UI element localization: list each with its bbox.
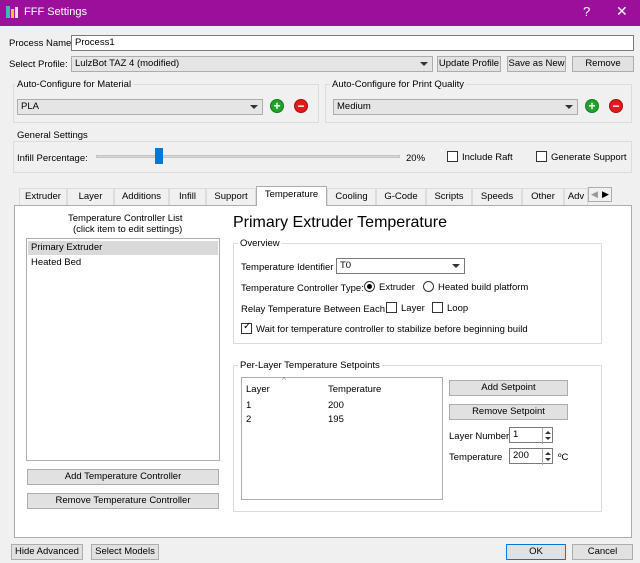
layer-number-spinbox[interactable]: 1 xyxy=(509,427,553,444)
setpoint-temperature-label: Temperature xyxy=(449,452,503,463)
tab-temperature[interactable]: Temperature xyxy=(256,186,327,206)
select-models-button[interactable]: Select Models xyxy=(91,544,159,560)
help-button[interactable]: ? xyxy=(583,4,590,19)
table-cell-temperature[interactable]: 195 xyxy=(328,414,344,425)
remove-setpoint-button[interactable]: Remove Setpoint xyxy=(449,404,568,420)
remove-profile-button[interactable]: Remove xyxy=(572,56,634,72)
controller-list-title: Temperature Controller List xyxy=(68,213,183,224)
infill-slider-track[interactable] xyxy=(96,155,400,158)
spin-arrows-icon[interactable] xyxy=(542,449,552,465)
tab-scroll-left-icon[interactable]: ◀ xyxy=(591,189,598,200)
quality-select-value: Medium xyxy=(337,101,371,112)
profile-select[interactable]: LulzBot TAZ 4 (modified) xyxy=(71,56,433,72)
setpoint-temperature-value: 200 xyxy=(513,450,529,461)
controller-list[interactable]: Primary Extruder Heated Bed xyxy=(26,238,220,461)
infill-slider-thumb[interactable] xyxy=(155,148,163,164)
tab-advanced[interactable]: Adv xyxy=(564,188,588,205)
save-as-new-button[interactable]: Save as New xyxy=(507,56,566,72)
quality-group-label: Auto-Configure for Print Quality xyxy=(330,79,467,90)
include-raft-label: Include Raft xyxy=(462,152,513,163)
tab-infill[interactable]: Infill xyxy=(169,188,206,205)
tab-additions[interactable]: Additions xyxy=(114,188,169,205)
list-item[interactable]: Heated Bed xyxy=(28,256,218,270)
chevron-down-icon xyxy=(420,62,428,66)
chevron-down-icon xyxy=(565,105,573,109)
setpoints-label: Per-Layer Temperature Setpoints xyxy=(238,360,382,371)
tab-cooling[interactable]: Cooling xyxy=(327,188,376,205)
tab-support[interactable]: Support xyxy=(206,188,256,205)
temperature-identifier-select[interactable]: T0 xyxy=(336,258,465,274)
relay-loop-checkbox[interactable] xyxy=(432,302,443,313)
column-header-temperature[interactable]: Temperature xyxy=(328,384,381,395)
setpoint-temperature-spinbox[interactable]: 200 xyxy=(509,448,553,465)
relay-loop-label: Loop xyxy=(447,303,469,314)
wait-stabilize-label: Wait for temperature controller to stabi… xyxy=(256,324,528,335)
close-button[interactable]: ✕ xyxy=(616,3,628,20)
update-profile-button[interactable]: Update Profile xyxy=(437,56,501,72)
generate-support-checkbox[interactable] xyxy=(536,151,547,162)
generate-support-label: Generate Support xyxy=(551,152,627,163)
chevron-down-icon xyxy=(452,264,460,268)
temperature-unit: ºC xyxy=(558,452,569,463)
infill-percentage-value: 20% xyxy=(406,153,426,164)
column-header-layer[interactable]: Layer xyxy=(246,384,270,395)
tab-scroller[interactable]: ◀ ▶ xyxy=(588,187,612,202)
add-setpoint-button[interactable]: Add Setpoint xyxy=(449,380,568,396)
layer-number-value: 1 xyxy=(513,429,519,440)
process-name-input[interactable]: Process1 xyxy=(71,35,634,51)
setpoints-table[interactable]: Layer Temperature ^ 1 200 2 195 xyxy=(241,376,443,500)
remove-material-icon[interactable]: − xyxy=(294,99,308,113)
window-title: FFF Settings xyxy=(24,6,87,18)
profile-select-value: LulzBot TAZ 4 (modified) xyxy=(75,58,180,69)
infill-percentage-label: Infill Percentage: xyxy=(17,153,88,164)
temperature-identifier-label: Temperature Identifier xyxy=(241,262,334,273)
wait-stabilize-checkbox[interactable] xyxy=(241,321,252,334)
tab-layer[interactable]: Layer xyxy=(67,188,114,205)
quality-select[interactable]: Medium xyxy=(333,99,578,115)
list-item[interactable]: Primary Extruder xyxy=(28,241,218,255)
tab-scripts[interactable]: Scripts xyxy=(426,188,472,205)
title-bar: FFF Settings ? ✕ xyxy=(0,0,640,26)
controller-list-subtitle: (click item to edit settings) xyxy=(73,224,183,235)
remove-temperature-controller-button[interactable]: Remove Temperature Controller xyxy=(27,493,219,509)
general-settings-label: General Settings xyxy=(17,130,88,141)
spin-arrows-icon[interactable] xyxy=(542,428,552,444)
tab-scroll-right-icon[interactable]: ▶ xyxy=(602,189,609,200)
relay-layer-label: Layer xyxy=(401,303,425,314)
tab-speeds[interactable]: Speeds xyxy=(472,188,522,205)
overview-label: Overview xyxy=(238,238,282,249)
hide-advanced-button[interactable]: Hide Advanced xyxy=(11,544,83,560)
add-quality-icon[interactable]: + xyxy=(585,99,599,113)
heated-platform-radio[interactable] xyxy=(423,281,434,292)
material-group-label: Auto-Configure for Material xyxy=(15,79,134,90)
relay-layer-checkbox[interactable] xyxy=(386,302,397,313)
tab-other[interactable]: Other xyxy=(522,188,564,205)
ok-button[interactable]: OK xyxy=(506,544,566,560)
add-material-icon[interactable]: + xyxy=(270,99,284,113)
material-select[interactable]: PLA xyxy=(17,99,263,115)
cancel-button[interactable]: Cancel xyxy=(572,544,633,560)
table-cell-layer[interactable]: 2 xyxy=(246,414,251,425)
sort-caret-icon: ^ xyxy=(282,376,286,385)
remove-quality-icon[interactable]: − xyxy=(609,99,623,113)
controller-type-label: Temperature Controller Type: xyxy=(241,283,364,294)
material-select-value: PLA xyxy=(21,101,39,112)
app-icon xyxy=(6,6,18,18)
chevron-down-icon xyxy=(250,105,258,109)
tab-gcode[interactable]: G-Code xyxy=(376,188,426,205)
extruder-radio-label: Extruder xyxy=(379,282,415,293)
temperature-identifier-value: T0 xyxy=(340,260,352,271)
panel-heading: Primary Extruder Temperature xyxy=(233,214,447,231)
extruder-radio[interactable] xyxy=(364,281,375,292)
process-name-label: Process Name: xyxy=(9,38,74,49)
include-raft-checkbox[interactable] xyxy=(447,151,458,162)
add-temperature-controller-button[interactable]: Add Temperature Controller xyxy=(27,469,219,485)
relay-temperature-label: Relay Temperature Between Each: xyxy=(241,304,388,315)
tab-extruder[interactable]: Extruder xyxy=(19,188,67,205)
select-profile-label: Select Profile: xyxy=(9,59,68,70)
table-cell-temperature[interactable]: 200 xyxy=(328,400,344,411)
table-cell-layer[interactable]: 1 xyxy=(246,400,251,411)
heated-platform-radio-label: Heated build platform xyxy=(438,282,529,293)
layer-number-label: Layer Number xyxy=(449,431,510,442)
